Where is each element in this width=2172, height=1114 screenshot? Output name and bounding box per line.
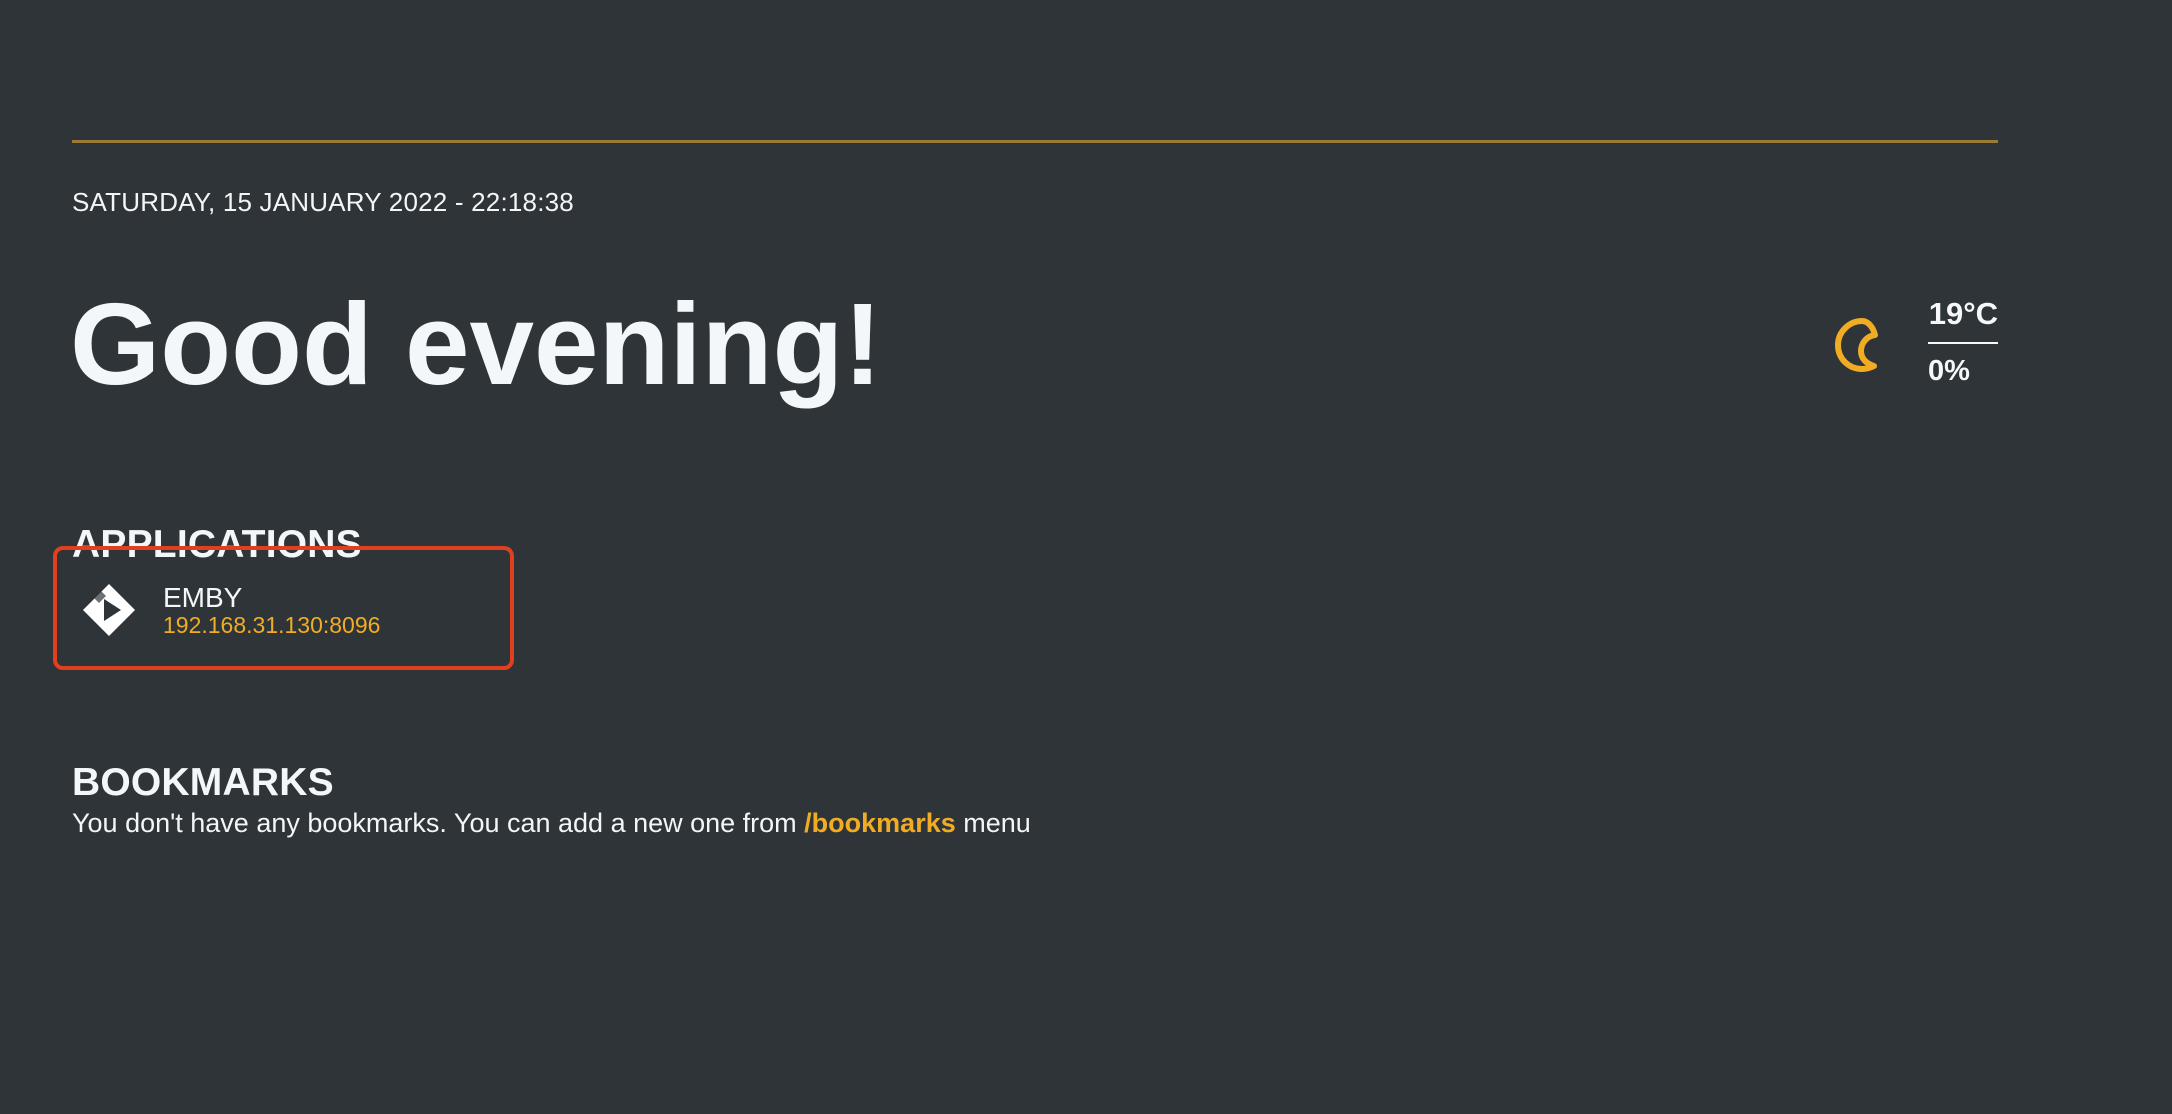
emby-icon xyxy=(83,584,135,636)
moon-icon xyxy=(1835,318,1878,372)
weather-widget: 19°C 0% xyxy=(1822,296,1998,396)
bookmarks-heading: BOOKMARKS xyxy=(72,761,334,805)
bookmarks-empty-suffix: menu xyxy=(955,808,1031,838)
greeting-heading: Good evening! xyxy=(70,279,882,409)
dashboard-content: SATURDAY, 15 JANUARY 2022 - 22:18:38 Goo… xyxy=(53,0,1998,1114)
dashboard-page: { "header": { "datetime": "SATURDAY, 15 … xyxy=(0,0,2172,1114)
humidity: 0% xyxy=(1928,355,1970,387)
date-time: SATURDAY, 15 JANUARY 2022 - 22:18:38 xyxy=(72,187,574,217)
top-divider xyxy=(72,140,1998,143)
app-url: 192.168.31.130:8096 xyxy=(163,612,381,638)
app-text: EMBY 192.168.31.130:8096 xyxy=(163,582,381,639)
bookmarks-empty-message: You don't have any bookmarks. You can ad… xyxy=(72,806,1031,840)
bookmarks-link[interactable]: /bookmarks xyxy=(804,808,956,838)
bookmarks-empty-text: You don't have any bookmarks. You can ad… xyxy=(72,808,805,838)
app-card-emby[interactable]: EMBY 192.168.31.130:8096 xyxy=(53,546,514,670)
app-name: EMBY xyxy=(163,582,243,613)
weather-divider xyxy=(1928,342,1998,344)
temperature: 19°C xyxy=(1928,296,1998,331)
